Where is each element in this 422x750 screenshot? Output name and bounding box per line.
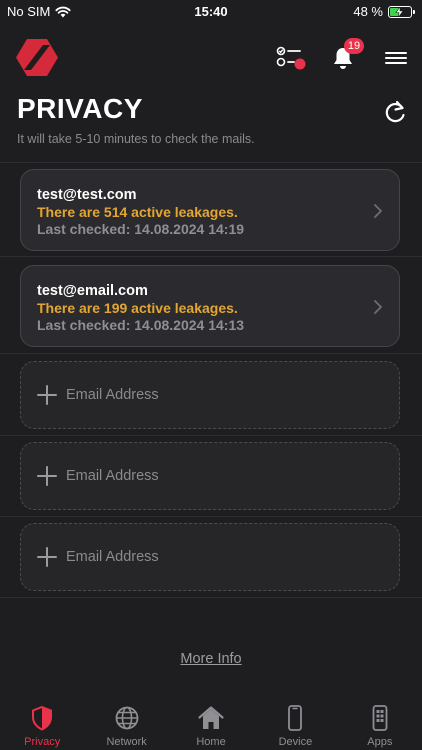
email-placeholder: Email Address [66, 549, 159, 565]
divider [0, 516, 422, 517]
status-bar: No SIM 15:40 48 % [0, 0, 422, 24]
tab-label: Device [278, 736, 313, 748]
tab-label: Home [196, 736, 226, 748]
tab-label: Privacy [24, 736, 61, 748]
apps-icon [372, 705, 388, 731]
phone-icon [288, 705, 303, 731]
email-placeholder: Email Address [66, 468, 159, 484]
tab-apps[interactable]: Apps [338, 700, 422, 750]
page-subtitle: It will take 5-10 minutes to check the m… [17, 132, 255, 146]
more-info-link[interactable]: More Info [0, 651, 422, 667]
leak-count: There are 514 active leakages. [37, 204, 238, 220]
notification-badge: 19 [344, 38, 364, 54]
tab-device[interactable]: Device [253, 700, 337, 750]
add-email-slot[interactable]: Email Address [20, 442, 400, 510]
page-title: PRIVACY [17, 93, 143, 124]
chevron-right-icon [374, 204, 383, 218]
plus-icon [37, 385, 57, 405]
divider [0, 162, 422, 163]
globe-icon [115, 706, 139, 730]
hamburger-menu-icon [385, 52, 407, 64]
home-icon [198, 706, 224, 729]
add-email-slot[interactable]: Email Address [20, 361, 400, 429]
tab-bar: Privacy Network Home Device Apps [0, 700, 422, 750]
shield-icon [32, 705, 53, 731]
tab-label: Network [106, 736, 147, 748]
divider [0, 353, 422, 354]
email-address: test@test.com [37, 187, 137, 203]
battery-icon [388, 5, 415, 18]
checklist-icon [276, 46, 306, 70]
email-placeholder: Email Address [66, 387, 159, 403]
divider [0, 435, 422, 436]
battery-percent: 48 % [353, 4, 383, 19]
plus-icon [37, 547, 57, 567]
email-card[interactable]: test@test.com There are 514 active leaka… [20, 169, 400, 251]
tab-home[interactable]: Home [169, 700, 253, 750]
app-logo-icon [16, 39, 58, 76]
menu-button[interactable] [380, 42, 412, 74]
plus-icon [37, 466, 57, 486]
tab-network[interactable]: Network [84, 700, 168, 750]
last-checked: Last checked: 14.08.2024 14:19 [37, 221, 245, 237]
last-checked: Last checked: 14.08.2024 14:13 [37, 317, 245, 333]
divider [0, 256, 422, 257]
leak-count: There are 199 active leakages. [37, 300, 238, 316]
email-address: test@email.com [37, 283, 148, 299]
email-card[interactable]: test@email.com There are 199 active leak… [20, 265, 400, 347]
divider [0, 597, 422, 598]
tab-label: Apps [367, 736, 393, 748]
checklist-button[interactable] [275, 42, 307, 74]
tab-privacy[interactable]: Privacy [0, 700, 84, 750]
refresh-icon[interactable] [381, 98, 409, 126]
chevron-right-icon [374, 300, 383, 314]
add-email-slot[interactable]: Email Address [20, 523, 400, 591]
